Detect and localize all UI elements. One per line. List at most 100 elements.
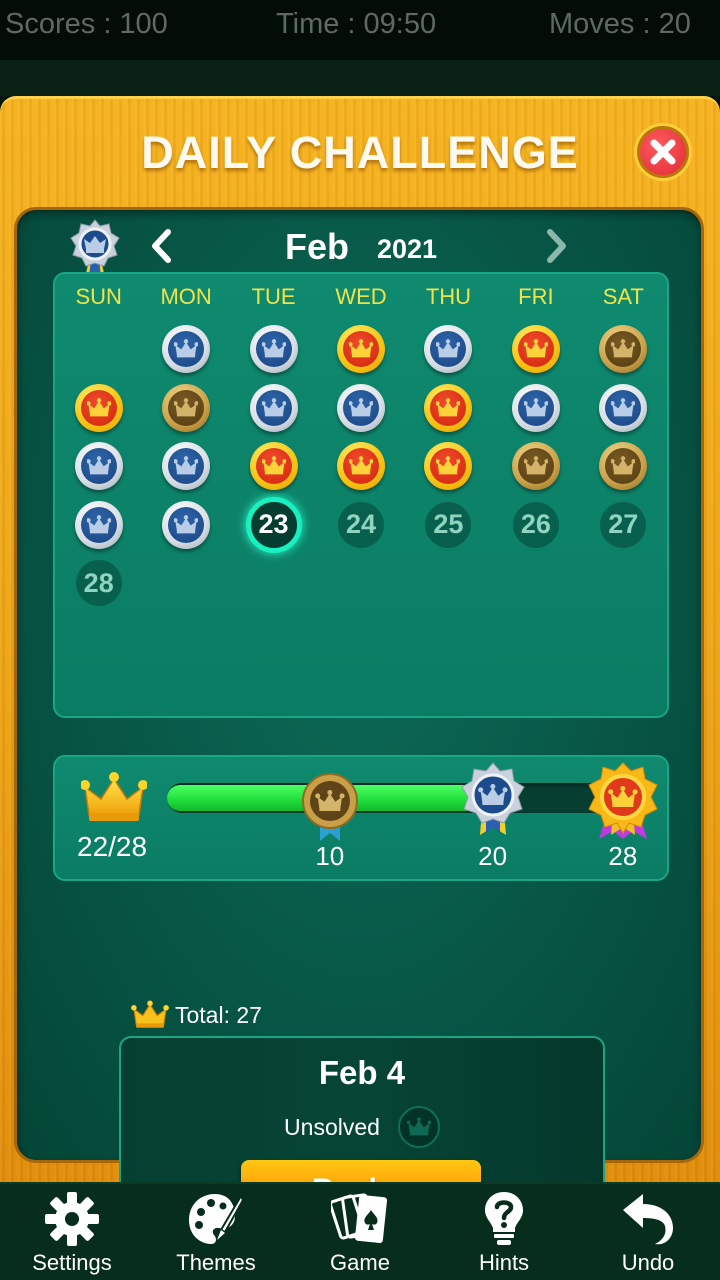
challenge-board: Feb 2021 SUN MON TUE WED THU FRI SAT 23 24 25 26 2… [14, 207, 704, 1236]
month-label: Feb [285, 226, 350, 267]
milestone-label: 28 [608, 841, 638, 871]
bronze-medal-icon [301, 773, 358, 841]
total-row: Total: 27 [131, 1000, 262, 1030]
month-navigation: Feb 2021 [17, 210, 701, 280]
milestone-10: 10 [290, 771, 370, 871]
day-cell-1[interactable] [142, 320, 229, 379]
day-cell-7[interactable] [55, 379, 142, 438]
day-cell-10[interactable] [317, 379, 404, 438]
silver-medal-icon [460, 762, 525, 835]
silver-crown-medal-icon [424, 325, 473, 374]
day-cell-21[interactable] [55, 496, 142, 555]
gold-crown-medal-icon [336, 442, 385, 491]
toolbar-settings-button[interactable]: Settings [0, 1184, 144, 1280]
milestone-label: 10 [315, 841, 345, 871]
gold-medal-icon [588, 762, 658, 839]
undo-icon [623, 1194, 673, 1245]
weekday-sat: SAT [602, 284, 644, 309]
day-cell-18[interactable] [405, 437, 492, 496]
day-cell-25[interactable]: 25 [405, 496, 492, 555]
day-cell-24[interactable]: 24 [317, 496, 404, 555]
silver-crown-medal-icon [74, 500, 123, 549]
day-number: 26 [512, 501, 559, 548]
selected-date: Feb 4 [318, 1054, 406, 1091]
gold-crown-medal-icon [424, 442, 473, 491]
next-month-button[interactable] [545, 228, 569, 269]
day-cell-8[interactable] [142, 379, 229, 438]
day-cell-26[interactable]: 26 [492, 496, 579, 555]
gold-crown-medal-icon [336, 325, 385, 374]
day-cell-28[interactable]: 28 [55, 554, 142, 613]
scores-readout: Scores : 100 [5, 8, 168, 40]
weekday-header: SUN MON TUE WED THU FRI SAT [55, 274, 667, 320]
bronze-crown-medal-icon [511, 442, 560, 491]
palette-icon [189, 1193, 245, 1244]
toolbar-label: Game [330, 1250, 390, 1275]
weekday-tue: TUE [251, 284, 296, 309]
empty-day-cell [55, 320, 142, 379]
close-icon [650, 139, 676, 165]
silver-crown-medal-icon [162, 500, 211, 549]
total-label: Total: 27 [175, 1001, 262, 1028]
day-cell-23[interactable]: 23 [230, 496, 317, 555]
day-number: 27 [600, 501, 647, 548]
day-cell-9[interactable] [230, 379, 317, 438]
day-cell-2[interactable] [230, 320, 317, 379]
day-cell-15[interactable] [142, 437, 229, 496]
day-number: 25 [425, 501, 472, 548]
weekday-sun: SUN [75, 284, 122, 309]
today-day-number: 23 [245, 496, 302, 553]
calendar-days: 23 24 25 26 27 28 [55, 320, 667, 613]
day-cell-13[interactable] [580, 379, 667, 438]
time-readout: Time : 09:50 [276, 8, 437, 40]
lightbulb-icon [485, 1192, 523, 1245]
silver-crown-medal-icon [74, 442, 123, 491]
day-cell-17[interactable] [317, 437, 404, 496]
day-cell-11[interactable] [405, 379, 492, 438]
day-cell-19[interactable] [492, 437, 579, 496]
day-cell-20[interactable] [580, 437, 667, 496]
day-number: 24 [337, 501, 384, 548]
year-label: 2021 [377, 234, 438, 264]
toolbar-undo-button[interactable]: Undo [576, 1184, 720, 1280]
day-cell-27[interactable]: 27 [580, 496, 667, 555]
silver-crown-medal-icon [249, 383, 298, 432]
toolbar-themes-button[interactable]: Themes [144, 1184, 288, 1280]
toolbar-hints-button[interactable]: Hints [432, 1184, 576, 1280]
toolbar-label: Settings [32, 1250, 112, 1275]
progress-count: 22/28 [77, 831, 148, 862]
milestone-label: 20 [478, 841, 508, 871]
bronze-crown-medal-icon [599, 442, 648, 491]
day-cell-16[interactable] [230, 437, 317, 496]
daily-challenge-dialog: DAILY CHALLENGE Feb 2021 SUN MON TUE WED… [0, 96, 720, 1236]
day-cell-5[interactable] [492, 320, 579, 379]
crown-icon [80, 771, 148, 830]
toolbar-label: Hints [478, 1250, 530, 1275]
day-cell-3[interactable] [317, 320, 404, 379]
day-cell-4[interactable] [405, 320, 492, 379]
solve-status: Unsolved [284, 1113, 380, 1140]
status-row: Unsolved [121, 1106, 603, 1148]
weekday-fri: FRI [518, 284, 554, 309]
moves-readout: Moves : 20 [549, 8, 691, 40]
gold-crown-medal-icon [249, 442, 298, 491]
bottom-toolbar: Settings Themes Game Hints Undo [0, 1182, 720, 1280]
day-cell-6[interactable] [580, 320, 667, 379]
silver-crown-medal-icon [249, 325, 298, 374]
gold-crown-medal-icon [424, 383, 473, 432]
silver-crown-medal-icon [511, 383, 560, 432]
silver-crown-medal-icon [162, 442, 211, 491]
silver-crown-medal-icon [336, 383, 385, 432]
prev-month-button[interactable] [149, 228, 173, 269]
weekday-thu: THU [425, 284, 472, 309]
day-number: 28 [75, 560, 122, 607]
milestone-28: 28 [583, 761, 663, 871]
close-button[interactable] [634, 123, 692, 181]
cards-icon [331, 1193, 388, 1244]
bronze-crown-medal-icon [162, 383, 211, 432]
day-cell-22[interactable] [142, 496, 229, 555]
day-cell-14[interactable] [55, 437, 142, 496]
dialog-title: DAILY CHALLENGE [141, 127, 579, 178]
toolbar-game-button[interactable]: Game [288, 1184, 432, 1280]
day-cell-12[interactable] [492, 379, 579, 438]
